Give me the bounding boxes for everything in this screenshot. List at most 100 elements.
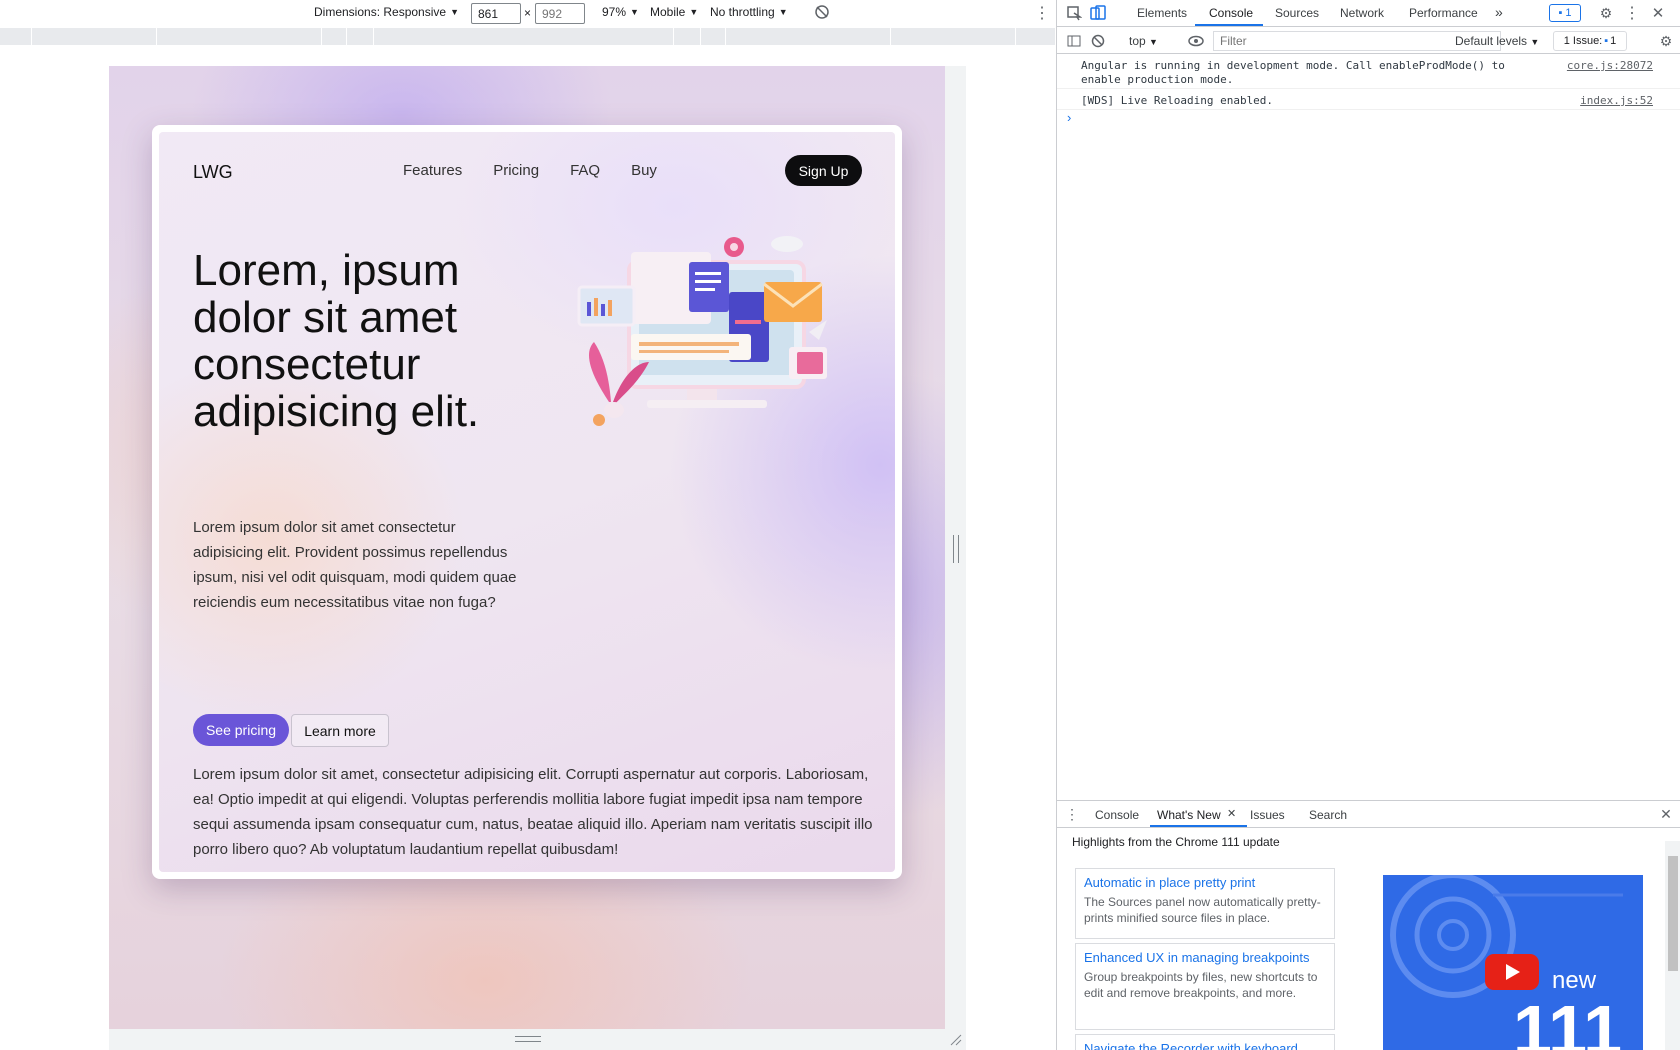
dropdown-arrow-icon: ▼ (778, 7, 788, 17)
hero-card: LWG Features Pricing FAQ Buy Sign Up Lor… (152, 125, 902, 879)
message-icon: ▪ (1604, 35, 1609, 47)
hero-card-inner: LWG Features Pricing FAQ Buy Sign Up Lor… (159, 132, 895, 872)
hero-description: Lorem ipsum dolor sit amet consectetur a… (193, 519, 517, 611)
site-logo[interactable]: LWG (193, 162, 233, 183)
console-message-text: [WDS] Live Reloading enabled. (1081, 94, 1274, 107)
devtools-panel: Elements Console Sources Network Perform… (1056, 0, 1680, 1050)
nav-link-features[interactable]: Features (403, 162, 462, 179)
tab-sources[interactable]: Sources (1275, 6, 1319, 20)
context-label: top (1129, 34, 1146, 48)
message-icon: ▪ (1558, 7, 1563, 19)
issues-badge-count: 1 (1565, 7, 1572, 19)
console-toolbar: top ▼ Default levels ▼ 1 Issue: ▪ 1 ⚙ (1057, 28, 1680, 54)
drawer-tab-whats-new[interactable]: What's New (1157, 808, 1221, 822)
dimensions-label: Dimensions: Responsive (314, 5, 447, 19)
signup-button[interactable]: Sign Up (785, 155, 862, 186)
hero-title: Lorem, ipsum dolor sit amet consectetur … (193, 246, 480, 436)
console-message-text: Angular is running in development mode. … (1081, 59, 1505, 86)
active-tab-indicator (1195, 24, 1263, 26)
more-tabs-icon[interactable]: » (1495, 4, 1503, 20)
tab-elements[interactable]: Elements (1137, 6, 1187, 20)
whats-new-card[interactable]: Enhanced UX in managing breakpoints Grou… (1075, 943, 1335, 1030)
tab-performance[interactable]: Performance (1409, 6, 1478, 20)
clear-console-icon[interactable] (1089, 32, 1107, 50)
throttling-dropdown[interactable]: No throttling ▼ (710, 5, 788, 19)
issues-counter-count: 1 (1610, 35, 1617, 47)
sidebar-toggle-icon[interactable] (1065, 32, 1083, 50)
rotate-icon[interactable] (814, 4, 830, 20)
video-text-big: 111 (1513, 991, 1623, 1050)
nav-link-faq[interactable]: FAQ (570, 162, 600, 179)
whats-new-card[interactable]: Automatic in place pretty print The Sour… (1075, 868, 1335, 939)
inspect-element-icon[interactable] (1065, 4, 1083, 22)
whats-new-card-desc: The Sources panel now automatically pret… (1084, 895, 1321, 925)
active-drawer-tab-indicator (1150, 825, 1247, 827)
dropdown-arrow-icon: ▼ (689, 7, 699, 17)
devtools-tabbar: Elements Console Sources Network Perform… (1057, 0, 1680, 27)
whats-new-card-title[interactable]: Automatic in place pretty print (1084, 875, 1326, 891)
dropdown-arrow-icon: ▼ (450, 7, 459, 17)
zoom-label: 97% (602, 5, 627, 19)
dimensions-dropdown[interactable]: Dimensions: Responsive ▼ (314, 5, 459, 19)
live-expression-eye-icon[interactable] (1187, 32, 1205, 50)
nav-link-buy[interactable]: Buy (631, 162, 657, 179)
corner-resize-handle[interactable] (950, 1034, 962, 1046)
learn-more-button[interactable]: Learn more (291, 714, 389, 747)
body-paragraph: Lorem ipsum dolor sit amet, consectetur … (193, 766, 873, 858)
close-drawer-icon[interactable]: ✕ (1657, 805, 1675, 823)
device-toolbar-icon[interactable] (1089, 4, 1107, 22)
devtools-drawer: ⋮ Console What's New ✕ Issues Search ✕ H… (1057, 800, 1680, 1050)
console-message: [WDS] Live Reloading enabled. index.js:5… (1057, 90, 1680, 110)
page-viewport: LWG Features Pricing FAQ Buy Sign Up Lor… (109, 66, 945, 1029)
dropdown-arrow-icon: ▼ (630, 7, 639, 17)
media-query-ruler[interactable] (0, 28, 1056, 45)
log-levels-dropdown[interactable]: Default levels ▼ (1455, 34, 1539, 48)
issues-badge[interactable]: ▪ 1 (1549, 4, 1581, 22)
issues-counter-button[interactable]: 1 Issue: ▪ 1 (1553, 31, 1627, 51)
see-pricing-button[interactable]: See pricing (193, 714, 289, 746)
height-input[interactable] (535, 3, 585, 24)
whats-new-card-title[interactable]: Enhanced UX in managing breakpoints (1084, 950, 1326, 966)
context-selector[interactable]: top ▼ (1129, 34, 1158, 48)
tab-network[interactable]: Network (1340, 6, 1384, 20)
device-type-dropdown[interactable]: Mobile ▼ (650, 5, 698, 19)
tab-console[interactable]: Console (1209, 6, 1253, 20)
whats-new-video-thumbnail[interactable]: new 111 (1383, 875, 1643, 1050)
drawer-tab-search[interactable]: Search (1309, 808, 1347, 822)
whats-new-card-title[interactable]: Navigate the Recorder with keyboard (1084, 1041, 1326, 1050)
drawer-tab-issues[interactable]: Issues (1250, 808, 1285, 822)
drawer-tab-console[interactable]: Console (1095, 808, 1139, 822)
drawer-tabbar: ⋮ Console What's New ✕ Issues Search ✕ (1057, 801, 1680, 828)
nav-link-pricing[interactable]: Pricing (493, 162, 539, 179)
close-tab-icon[interactable]: ✕ (1227, 807, 1236, 820)
throttling-label: No throttling (710, 5, 775, 19)
issues-counter-label: 1 Issue: (1563, 35, 1603, 47)
main-nav: Features Pricing FAQ Buy (403, 162, 657, 179)
device-type-label: Mobile (650, 5, 686, 19)
more-options-icon[interactable]: ⋮ (1034, 3, 1050, 23)
console-settings-icon[interactable]: ⚙ (1657, 32, 1675, 50)
scrollbar-thumb[interactable] (1668, 856, 1678, 971)
times-sign: × (524, 6, 532, 20)
console-message-source-link[interactable]: core.js:28072 (1567, 59, 1653, 72)
device-emulation-area: Dimensions: Responsive ▼ × 97% ▼ Mobile … (0, 0, 1056, 1050)
whats-new-card[interactable]: Navigate the Recorder with keyboard (1075, 1034, 1335, 1050)
dropdown-arrow-icon: ▼ (1530, 37, 1540, 47)
log-levels-label: Default levels (1455, 34, 1528, 48)
bottom-resize-handle[interactable] (515, 1036, 541, 1042)
dropdown-arrow-icon: ▼ (1149, 37, 1158, 47)
width-input[interactable] (471, 3, 521, 24)
right-resize-handle[interactable] (953, 535, 959, 563)
close-icon[interactable]: ✕ (1649, 4, 1667, 22)
drawer-menu-icon[interactable]: ⋮ (1063, 805, 1081, 823)
zoom-dropdown[interactable]: 97% ▼ (602, 5, 639, 19)
whats-new-heading: Highlights from the Chrome 111 update (1072, 835, 1280, 849)
more-options-icon[interactable]: ⋮ (1623, 4, 1641, 22)
whats-new-card-desc: Group breakpoints by files, new shortcut… (1084, 970, 1318, 1000)
console-prompt[interactable]: › (1067, 110, 1071, 125)
emulation-toolbar: Dimensions: Responsive ▼ × 97% ▼ Mobile … (0, 0, 1056, 27)
settings-icon[interactable]: ⚙ (1597, 4, 1615, 22)
drawer-scrollbar[interactable] (1665, 841, 1680, 1050)
console-message-source-link[interactable]: index.js:52 (1580, 94, 1653, 107)
play-icon[interactable] (1485, 954, 1539, 990)
